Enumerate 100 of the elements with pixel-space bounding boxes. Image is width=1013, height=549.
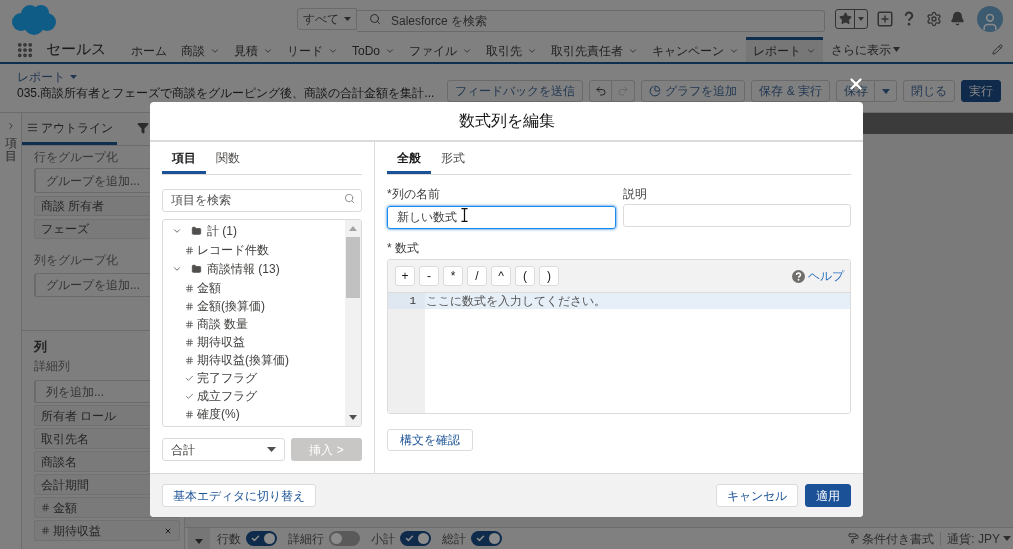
operator-button[interactable]: ^ [491, 266, 511, 286]
app-name: セールス [46, 39, 106, 60]
caret-up-icon [349, 226, 357, 231]
caret-down-icon [344, 16, 351, 21]
nav-tab[interactable]: ホーム [124, 37, 174, 62]
avatar-icon[interactable] [977, 5, 1003, 32]
field-item[interactable]: 期待収益(換算価) [197, 352, 289, 368]
outline-tab[interactable]: アウトライン [22, 113, 117, 145]
operator-button[interactable]: ) [539, 266, 559, 286]
bell-icon[interactable] [950, 11, 965, 26]
scrollbar[interactable] [345, 220, 361, 426]
search-scope-dropdown[interactable]: すべて [297, 7, 357, 30]
folder-item[interactable]: 商談情報 (13) [207, 260, 280, 278]
chevron-down-icon[interactable] [172, 264, 182, 274]
column-label: 期待収益 [53, 522, 101, 540]
cloud-logo[interactable] [10, 2, 56, 35]
section-heading: 列 [34, 339, 47, 355]
hash-icon [185, 283, 194, 293]
collapse-button[interactable] [188, 528, 210, 549]
help-icon [792, 269, 805, 283]
search-icon [369, 12, 381, 25]
chevron-down-icon[interactable] [172, 226, 182, 236]
apply-button[interactable]: 適用 [805, 484, 851, 507]
add-chart-button[interactable]: グラフを追加 [641, 80, 746, 102]
help-link[interactable]: ヘルプ [808, 267, 844, 285]
caret-down-icon [1003, 536, 1011, 541]
pencil-icon[interactable] [992, 44, 1003, 55]
favorites-menu-button[interactable] [854, 9, 867, 28]
operator-button[interactable]: + [395, 266, 415, 286]
folder-item[interactable]: 計 (1) [207, 222, 237, 240]
header-button[interactable]: フィードバックを送信 [447, 80, 584, 102]
nav-tab[interactable]: 取引先 [479, 37, 544, 62]
header-button[interactable]: 閉じる [903, 80, 955, 102]
toggle-switch[interactable] [246, 531, 277, 546]
switch-editor-button[interactable]: 基本エディタに切り替え [162, 484, 316, 507]
nav-tab[interactable]: キャンペーン [645, 37, 746, 62]
undo-button[interactable] [589, 80, 613, 102]
run-button[interactable]: 実行 [961, 80, 1001, 102]
field-item[interactable]: 商談 数量 [197, 316, 249, 332]
settings-icon[interactable] [926, 10, 942, 27]
formula-input[interactable]: 1 ここに数式を入力してください。 [388, 293, 850, 413]
toggle-switch[interactable] [400, 531, 431, 546]
side-rail-label[interactable]: 項目 [4, 137, 17, 164]
plus-icon[interactable] [876, 9, 894, 28]
folder-icon [191, 264, 202, 274]
placeholder-text: ここに数式を入力してください。 [426, 293, 606, 310]
tab[interactable]: 全般 [387, 142, 431, 174]
section-label: 詳細列 [34, 359, 70, 374]
tab[interactable]: 形式 [431, 142, 475, 174]
toggle-label: 行数 [217, 530, 241, 548]
field-item[interactable]: 成立フラグ [197, 388, 257, 404]
check-icon [476, 534, 485, 543]
nav-tab[interactable]: レポート [746, 37, 823, 62]
nav-tab[interactable]: リード [280, 37, 345, 62]
remove-icon[interactable] [164, 526, 172, 535]
nav-tab[interactable]: 見積 [227, 37, 280, 62]
nav-tab[interactable]: 取引先責任者 [544, 37, 645, 62]
tab[interactable]: 関数 [206, 142, 250, 174]
grid-icon[interactable] [16, 40, 34, 59]
scrollbar-thumb[interactable] [346, 237, 360, 298]
nav-tab[interactable]: ToDo [345, 37, 402, 62]
column-label: 会計期間 [41, 476, 89, 494]
operator-button[interactable]: ( [515, 266, 535, 286]
filter-icon [137, 121, 149, 134]
button-label: グラフを追加 [665, 83, 738, 100]
currency-label[interactable]: 通貨: JPY [947, 529, 1000, 548]
tab[interactable]: 項目 [162, 142, 206, 174]
more-tabs-button[interactable]: さらに表示 [826, 37, 905, 62]
field-item[interactable]: 金額(換算価) [197, 298, 265, 314]
undo-icon [594, 85, 607, 97]
operator-button[interactable]: * [443, 266, 463, 286]
field-item[interactable]: 金額 [197, 280, 221, 296]
object-label: レポート [17, 69, 65, 85]
field-label: *列の名前 [387, 187, 440, 202]
field-item[interactable]: 確度(%) [197, 406, 240, 422]
operator-button[interactable]: - [419, 266, 439, 286]
help-icon[interactable] [904, 11, 914, 26]
operator-button[interactable]: / [467, 266, 487, 286]
summary-select[interactable]: 合計 [162, 438, 285, 461]
search-field[interactable]: Salesforce を検索 [357, 9, 825, 32]
description-field[interactable] [622, 204, 851, 227]
conditional-formatting-button[interactable]: 条件付き書式 [862, 529, 935, 548]
cancel-button[interactable]: キャンセル [716, 484, 798, 507]
toggle-switch[interactable] [329, 531, 360, 546]
save-menu-button[interactable] [875, 80, 897, 102]
caret-down-icon [893, 47, 900, 52]
field-item[interactable]: 完了フラグ [197, 370, 257, 386]
nav-tab[interactable]: 商談 [174, 37, 227, 62]
field-item[interactable]: レコード件数 [197, 242, 269, 258]
field-label: 説明 [622, 187, 647, 202]
search-icon [344, 193, 355, 204]
column-name-field[interactable]: 新しい数式 [387, 206, 616, 229]
column-item[interactable]: 期待収益 [34, 520, 180, 541]
check-syntax-button[interactable]: 構文を確認 [387, 429, 473, 451]
hash-icon [41, 503, 50, 512]
toggle-switch[interactable] [471, 531, 502, 546]
list-icon [26, 122, 38, 133]
field-item[interactable]: 期待収益 [197, 334, 245, 350]
nav-tab[interactable]: ファイル [402, 37, 479, 62]
field-search-input[interactable]: 項目を検索 [162, 188, 362, 212]
